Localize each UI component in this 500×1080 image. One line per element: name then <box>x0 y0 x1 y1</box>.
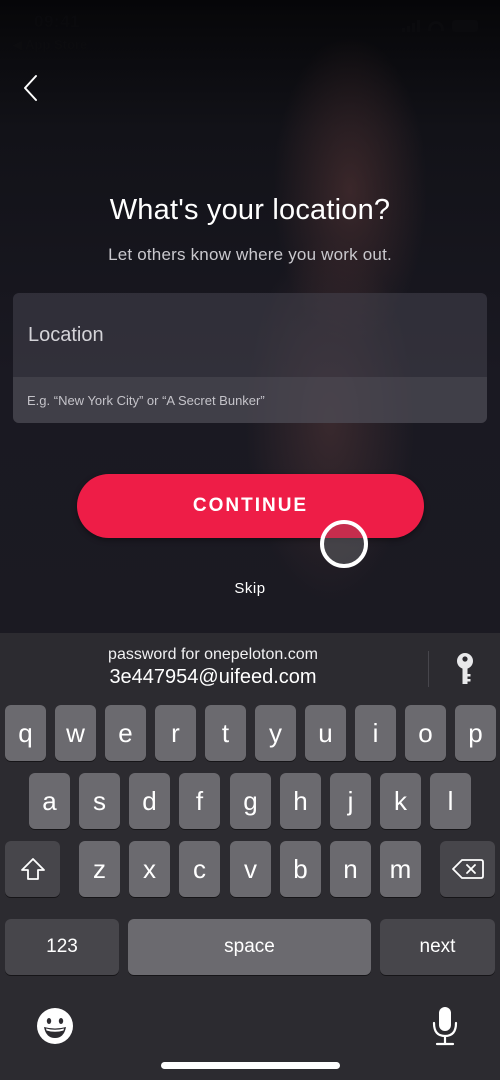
dictation-button[interactable] <box>425 1006 465 1046</box>
key-h[interactable]: h <box>280 773 321 829</box>
key-k[interactable]: k <box>380 773 421 829</box>
key-e[interactable]: e <box>105 705 146 761</box>
chevron-left-icon <box>24 75 37 101</box>
key-p[interactable]: p <box>455 705 496 761</box>
key-b[interactable]: b <box>280 841 321 897</box>
key-r[interactable]: r <box>155 705 196 761</box>
keyboard-row-2: a s d f g h j k l <box>0 773 500 829</box>
keyboard-row-3: z x c v b n m <box>0 841 500 897</box>
key-n[interactable]: n <box>330 841 371 897</box>
key-a[interactable]: a <box>29 773 70 829</box>
location-hint: E.g. “New York City” or “A Secret Bunker… <box>13 377 487 423</box>
emoji-button[interactable] <box>35 1006 75 1046</box>
page-title: What's your location? <box>109 194 391 226</box>
keyboard: password for onepeloton.com 3e447954@uif… <box>0 633 500 1080</box>
status-time: 09:41 <box>34 12 80 31</box>
key-x[interactable]: x <box>129 841 170 897</box>
key-l[interactable]: l <box>430 773 471 829</box>
back-to-app-store-link[interactable]: ◀ App Store <box>12 37 87 53</box>
suggestion-label: password for onepeloton.com <box>108 646 318 663</box>
space-key[interactable]: space <box>128 919 371 975</box>
cellular-signal-icon <box>402 20 420 32</box>
shift-icon <box>20 858 45 880</box>
shift-key[interactable] <box>5 841 60 897</box>
backspace-icon <box>451 859 484 879</box>
suggestion-divider <box>428 651 429 687</box>
home-indicator[interactable] <box>161 1062 340 1069</box>
back-button[interactable] <box>14 70 48 106</box>
key-c[interactable]: c <box>179 841 220 897</box>
location-screen: 09:41 ◀ App Store What's your location? … <box>0 0 500 1080</box>
numbers-key[interactable]: 123 <box>5 919 119 975</box>
key-u[interactable]: u <box>305 705 346 761</box>
key-t[interactable]: t <box>205 705 246 761</box>
continue-button[interactable]: CONTINUE <box>77 474 424 538</box>
key-z[interactable]: z <box>79 841 120 897</box>
key-icon <box>457 653 473 684</box>
emoji-icon <box>37 1008 73 1044</box>
key-i[interactable]: i <box>355 705 396 761</box>
password-suggestion-bar: password for onepeloton.com 3e447954@uif… <box>0 633 500 698</box>
keyboard-row-1: q w e r t y u i o p <box>0 705 500 761</box>
key-m[interactable]: m <box>380 841 421 897</box>
key-v[interactable]: v <box>230 841 271 897</box>
key-d[interactable]: d <box>129 773 170 829</box>
password-suggestion[interactable]: password for onepeloton.com 3e447954@uif… <box>0 645 426 689</box>
key-y[interactable]: y <box>255 705 296 761</box>
keyboard-row-4: 123 space next <box>0 919 500 975</box>
page-subtitle: Let others know where you work out. <box>108 245 392 264</box>
key-g[interactable]: g <box>230 773 271 829</box>
wifi-icon <box>428 21 444 31</box>
skip-link[interactable]: Skip <box>0 580 500 597</box>
touch-indicator <box>320 520 368 568</box>
location-input[interactable] <box>13 293 487 377</box>
suggestion-account: 3e447954@uifeed.com <box>109 666 317 688</box>
status-icons <box>402 20 478 32</box>
key-s[interactable]: s <box>79 773 120 829</box>
microphone-icon <box>432 1007 458 1046</box>
location-field-group: E.g. “New York City” or “A Secret Bunker… <box>13 293 487 423</box>
key-f[interactable]: f <box>179 773 220 829</box>
next-key[interactable]: next <box>380 919 495 975</box>
key-w[interactable]: w <box>55 705 96 761</box>
battery-icon <box>452 20 478 32</box>
passwords-button[interactable] <box>450 651 480 687</box>
delete-key[interactable] <box>440 841 495 897</box>
key-q[interactable]: q <box>5 705 46 761</box>
key-j[interactable]: j <box>330 773 371 829</box>
status-bar: 09:41 ◀ App Store <box>0 0 500 56</box>
key-o[interactable]: o <box>405 705 446 761</box>
